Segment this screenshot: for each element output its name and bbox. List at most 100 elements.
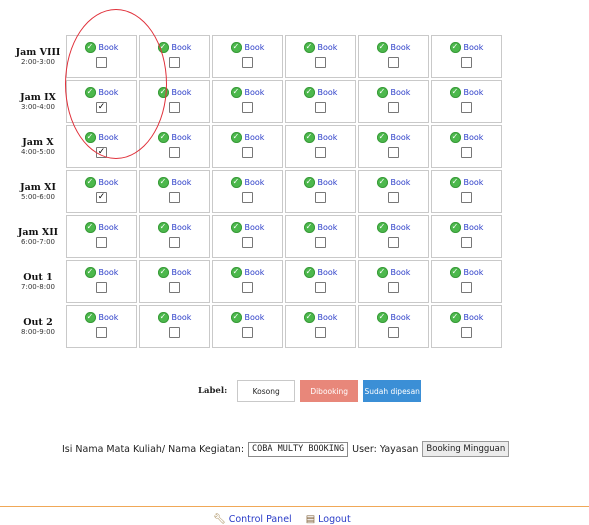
book-link[interactable]: Book	[172, 178, 192, 187]
slot-checkbox[interactable]	[169, 237, 180, 248]
slot-cell: ✓ Book	[285, 170, 356, 213]
slot-checkbox[interactable]	[242, 192, 253, 203]
kegiatan-input[interactable]: COBA MULTY BOOKING	[248, 441, 349, 457]
row-time: 2:00-3:00	[21, 57, 55, 66]
book-link[interactable]: Book	[99, 43, 119, 52]
slot-checkbox[interactable]	[242, 147, 253, 158]
book-link[interactable]: Book	[391, 313, 411, 322]
book-link[interactable]: Book	[245, 223, 265, 232]
slot-checkbox[interactable]	[96, 327, 107, 338]
book-link[interactable]: Book	[172, 43, 192, 52]
book-link[interactable]: Book	[172, 223, 192, 232]
book-link[interactable]: Book	[172, 133, 192, 142]
book-link[interactable]: Book	[464, 43, 484, 52]
book-link[interactable]: Book	[99, 268, 119, 277]
book-link[interactable]: Book	[464, 268, 484, 277]
check-circle-icon: ✓	[376, 131, 388, 143]
booking-grid: Jam VIII 2:00-3:00 ✓ Book ✓ Book ✓ Book ✓ Book ✓ Bo…	[10, 33, 504, 350]
book-link[interactable]: Book	[464, 178, 484, 187]
book-link[interactable]: Book	[318, 268, 338, 277]
book-link[interactable]: Book	[464, 223, 484, 232]
slot-checkbox[interactable]	[315, 237, 326, 248]
slot-checkbox[interactable]	[315, 147, 326, 158]
slot-checkbox[interactable]	[169, 147, 180, 158]
book-link[interactable]: Book	[318, 223, 338, 232]
slot-checkbox[interactable]	[388, 192, 399, 203]
slot-checkbox[interactable]	[242, 102, 253, 113]
check-circle-icon: ✓	[303, 266, 315, 278]
book-link[interactable]: Book	[245, 268, 265, 277]
book-link[interactable]: Book	[318, 178, 338, 187]
slot-checkbox[interactable]	[315, 192, 326, 203]
slot-checkbox[interactable]	[242, 282, 253, 293]
slot-checkbox[interactable]: ✓	[96, 102, 107, 113]
book-link[interactable]: Book	[99, 223, 119, 232]
slot-checkbox[interactable]	[169, 102, 180, 113]
slot-checkbox[interactable]	[461, 192, 472, 203]
slot-checkbox[interactable]	[461, 237, 472, 248]
slot-checkbox[interactable]	[388, 282, 399, 293]
slot-checkbox[interactable]	[388, 237, 399, 248]
slot-checkbox[interactable]	[169, 327, 180, 338]
book-link[interactable]: Book	[99, 133, 119, 142]
book-link[interactable]: Book	[391, 43, 411, 52]
row-name: Out 1	[23, 271, 53, 283]
book-link[interactable]: Book	[464, 88, 484, 97]
slot-checkbox[interactable]	[169, 57, 180, 68]
book-link[interactable]: Book	[318, 313, 338, 322]
slot-checkbox[interactable]	[461, 102, 472, 113]
slot-cell: ✓ Book	[358, 170, 429, 213]
slot-checkbox[interactable]	[96, 57, 107, 68]
book-link[interactable]: Book	[318, 133, 338, 142]
slot-checkbox[interactable]	[388, 102, 399, 113]
check-circle-icon: ✓	[376, 176, 388, 188]
book-link[interactable]: Book	[464, 133, 484, 142]
slot-checkbox[interactable]	[461, 282, 472, 293]
book-link[interactable]: Book	[245, 43, 265, 52]
book-link[interactable]: Book	[99, 88, 119, 97]
book-link[interactable]: Book	[391, 268, 411, 277]
book-link[interactable]: Book	[99, 313, 119, 322]
schedule-row: Out 1 7:00-8:00 ✓ Book ✓ Book ✓ Book ✓ Book ✓ Book ✓…	[12, 260, 502, 303]
slot-checkbox[interactable]	[96, 237, 107, 248]
slot-checkbox[interactable]	[169, 192, 180, 203]
slot-checkbox[interactable]	[388, 327, 399, 338]
book-link[interactable]: Book	[391, 178, 411, 187]
book-link[interactable]: Book	[391, 223, 411, 232]
slot-checkbox[interactable]	[242, 237, 253, 248]
book-link[interactable]: Book	[172, 313, 192, 322]
book-link[interactable]: Book	[245, 178, 265, 187]
slot-checkbox[interactable]	[242, 57, 253, 68]
book-link[interactable]: Book	[172, 88, 192, 97]
book-link[interactable]: Book	[245, 313, 265, 322]
slot-checkbox[interactable]	[315, 57, 326, 68]
book-link[interactable]: Book	[318, 43, 338, 52]
slot-checkbox[interactable]	[388, 57, 399, 68]
slot-checkbox[interactable]	[315, 282, 326, 293]
control-panel-link[interactable]: 🔧︎ Control Panel	[213, 514, 292, 525]
schedule-row: Out 2 8:00-9:00 ✓ Book ✓ Book ✓ Book ✓ Book ✓ Book ✓…	[12, 305, 502, 348]
slot-checkbox[interactable]	[169, 282, 180, 293]
book-link[interactable]: Book	[172, 268, 192, 277]
slot-checkbox[interactable]	[461, 57, 472, 68]
book-link[interactable]: Book	[245, 88, 265, 97]
book-link[interactable]: Book	[391, 133, 411, 142]
book-link[interactable]: Book	[99, 178, 119, 187]
slot-checkbox[interactable]	[461, 327, 472, 338]
book-link[interactable]: Book	[464, 313, 484, 322]
slot-checkbox[interactable]	[388, 147, 399, 158]
check-circle-icon: ✓	[376, 266, 388, 278]
slot-checkbox[interactable]	[461, 147, 472, 158]
slot-cell: ✓ Book	[431, 215, 502, 258]
slot-checkbox[interactable]	[315, 102, 326, 113]
book-link[interactable]: Book	[318, 88, 338, 97]
slot-checkbox[interactable]	[96, 282, 107, 293]
book-link[interactable]: Book	[245, 133, 265, 142]
logout-link[interactable]: ▤ Logout	[306, 514, 351, 525]
slot-checkbox[interactable]: ✓	[96, 147, 107, 158]
booking-mingguan-button[interactable]: Booking Mingguan	[422, 441, 510, 457]
book-link[interactable]: Book	[391, 88, 411, 97]
slot-checkbox[interactable]	[242, 327, 253, 338]
slot-checkbox[interactable]: ✓	[96, 192, 107, 203]
slot-checkbox[interactable]	[315, 327, 326, 338]
